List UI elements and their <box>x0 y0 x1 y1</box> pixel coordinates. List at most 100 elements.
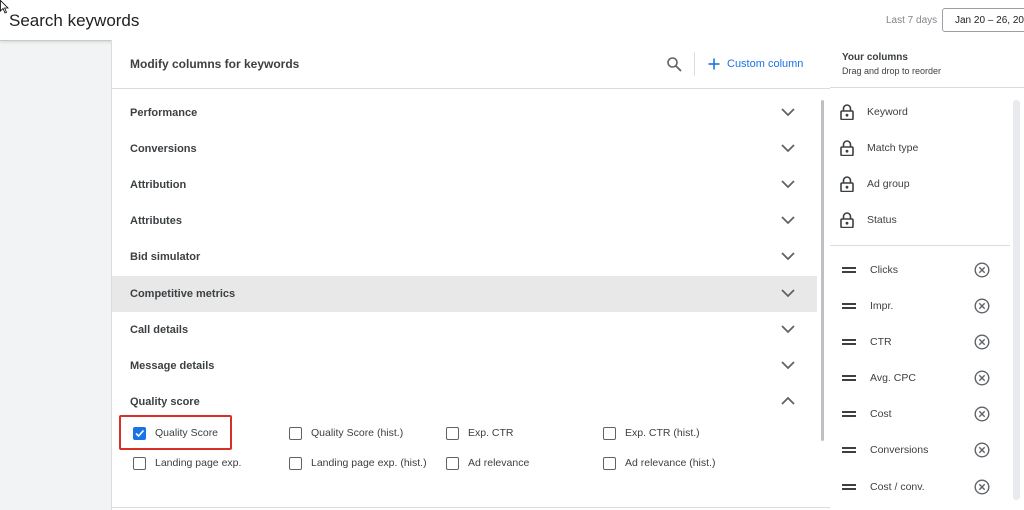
chevron-down-icon <box>781 108 795 117</box>
locked-column-match-type: Match type <box>840 138 1005 158</box>
column-label: Conversions <box>870 444 929 456</box>
checkbox[interactable] <box>133 456 146 470</box>
date-range-caption: Last 7 days <box>886 15 938 26</box>
category-label: Quality score <box>130 396 200 408</box>
highlight-box <box>119 415 232 450</box>
category-label: Attribution <box>130 179 187 191</box>
scrollbar[interactable] <box>821 100 824 441</box>
checkbox[interactable] <box>446 426 459 440</box>
checkbox[interactable] <box>289 426 302 440</box>
remove-circle-icon[interactable] <box>974 262 990 278</box>
category-competitive-metrics[interactable]: Competitive metrics <box>112 276 817 312</box>
option-ad-relevance-hist[interactable]: Ad relevance (hist.) <box>603 455 715 471</box>
column-label: Avg. CPC <box>870 372 916 384</box>
remove-circle-icon[interactable] <box>974 442 990 458</box>
drag-handle-icon[interactable] <box>842 483 856 491</box>
checkbox[interactable] <box>603 456 616 470</box>
panel-title: Modify columns for keywords <box>130 57 300 71</box>
your-columns-title: Your columns <box>842 52 908 63</box>
column-label: Keyword <box>867 106 908 118</box>
option-label: Quality Score (hist.) <box>311 427 404 439</box>
column-label: Impr. <box>870 300 894 312</box>
date-range-value: Jan 20 – 26, 2024 <box>955 15 1024 26</box>
option-label: Ad relevance (hist.) <box>625 457 716 469</box>
chevron-down-icon <box>781 180 795 189</box>
search-icon[interactable] <box>666 56 682 72</box>
panel-bottom-divider <box>112 507 830 508</box>
checkbox[interactable] <box>446 456 459 470</box>
panel-header: Modify columns for keywords Custom colum… <box>112 40 830 89</box>
remove-circle-icon[interactable] <box>974 334 990 350</box>
locked-column-status: Status <box>840 210 1005 230</box>
panel-header-divider <box>830 87 1024 88</box>
drag-handle-icon[interactable] <box>842 266 856 274</box>
checkbox[interactable] <box>289 456 302 470</box>
drag-handle-icon[interactable] <box>842 302 856 310</box>
option-exp-ctr[interactable]: Exp. CTR <box>446 425 514 441</box>
chevron-up-icon <box>781 396 795 405</box>
option-label: Exp. CTR (hist.) <box>625 427 700 439</box>
option-label: Landing page exp. (hist.) <box>311 457 427 469</box>
lock-icon <box>840 176 854 192</box>
option-label: Ad relevance <box>468 457 530 469</box>
option-exp-ctr-hist[interactable]: Exp. CTR (hist.) <box>603 425 700 441</box>
locked-column-ad-group: Ad group <box>840 174 1005 194</box>
chevron-down-icon <box>781 289 795 298</box>
lock-icon <box>840 140 854 156</box>
drag-handle-icon[interactable] <box>842 374 856 382</box>
category-call-details[interactable]: Call details <box>112 312 817 348</box>
column-item-cost[interactable]: Cost <box>840 404 1005 424</box>
your-columns-panel: Your columns Drag and drop to reorder Ke… <box>830 40 1024 510</box>
locked-column-keyword: Keyword <box>840 102 1005 122</box>
top-bar: Search keywords Last 7 days Jan 20 – 26,… <box>0 0 1024 41</box>
category-label: Conversions <box>130 143 197 155</box>
option-quality-score-hist[interactable]: Quality Score (hist.) <box>289 425 403 441</box>
category-conversions[interactable]: Conversions <box>112 131 817 167</box>
column-item-clicks[interactable]: Clicks <box>840 260 1005 280</box>
checkbox[interactable] <box>603 426 616 440</box>
drag-handle-icon[interactable] <box>842 410 856 418</box>
option-landing-page-exp[interactable]: Landing page exp. <box>133 455 241 471</box>
chevron-down-icon <box>781 216 795 225</box>
custom-column-button[interactable]: Custom column <box>708 56 803 72</box>
column-item-conversions[interactable]: Conversions <box>840 440 1005 460</box>
category-attribution[interactable]: Attribution <box>112 167 817 203</box>
chevron-down-icon <box>781 144 795 153</box>
columns-scrollbar[interactable] <box>1013 100 1020 500</box>
custom-column-label: Custom column <box>727 58 804 70</box>
remove-circle-icon[interactable] <box>974 406 990 422</box>
column-item-ctr[interactable]: CTR <box>840 332 1005 352</box>
chevron-down-icon <box>781 325 795 334</box>
category-label: Competitive metrics <box>130 288 236 300</box>
drag-handle-icon[interactable] <box>842 338 856 346</box>
date-range-picker[interactable]: Jan 20 – 26, 2024 <box>942 8 1024 32</box>
column-item-avg-cpc[interactable]: Avg. CPC <box>840 368 1005 388</box>
category-attributes[interactable]: Attributes <box>112 203 817 239</box>
category-performance[interactable]: Performance <box>112 95 817 131</box>
option-ad-relevance[interactable]: Ad relevance <box>446 455 529 471</box>
header-divider <box>694 52 695 76</box>
category-label: Attributes <box>130 215 182 227</box>
drag-handle-icon[interactable] <box>842 446 856 454</box>
column-item-impr[interactable]: Impr. <box>840 296 1005 316</box>
category-label: Call details <box>130 324 189 336</box>
chevron-down-icon <box>781 252 795 261</box>
column-label: CTR <box>870 336 892 348</box>
column-item-cost-per-conv[interactable]: Cost / conv. <box>840 477 1005 497</box>
column-label: Match type <box>867 142 919 154</box>
category-label: Performance <box>130 107 198 119</box>
your-columns-subtitle: Drag and drop to reorder <box>842 66 942 76</box>
remove-circle-icon[interactable] <box>974 370 990 386</box>
modify-columns-panel: Modify columns for keywords Custom colum… <box>111 40 831 510</box>
column-label: Clicks <box>870 264 898 276</box>
option-label: Exp. CTR <box>468 427 514 439</box>
remove-circle-icon[interactable] <box>974 479 990 495</box>
category-label: Bid simulator <box>130 251 201 263</box>
column-label: Cost / conv. <box>870 481 925 493</box>
column-label: Status <box>867 214 897 226</box>
category-bid-simulator[interactable]: Bid simulator <box>112 239 817 275</box>
remove-circle-icon[interactable] <box>974 298 990 314</box>
option-landing-page-exp-hist[interactable]: Landing page exp. (hist.) <box>289 455 427 471</box>
category-message-details[interactable]: Message details <box>112 348 817 384</box>
lock-icon <box>840 212 854 228</box>
